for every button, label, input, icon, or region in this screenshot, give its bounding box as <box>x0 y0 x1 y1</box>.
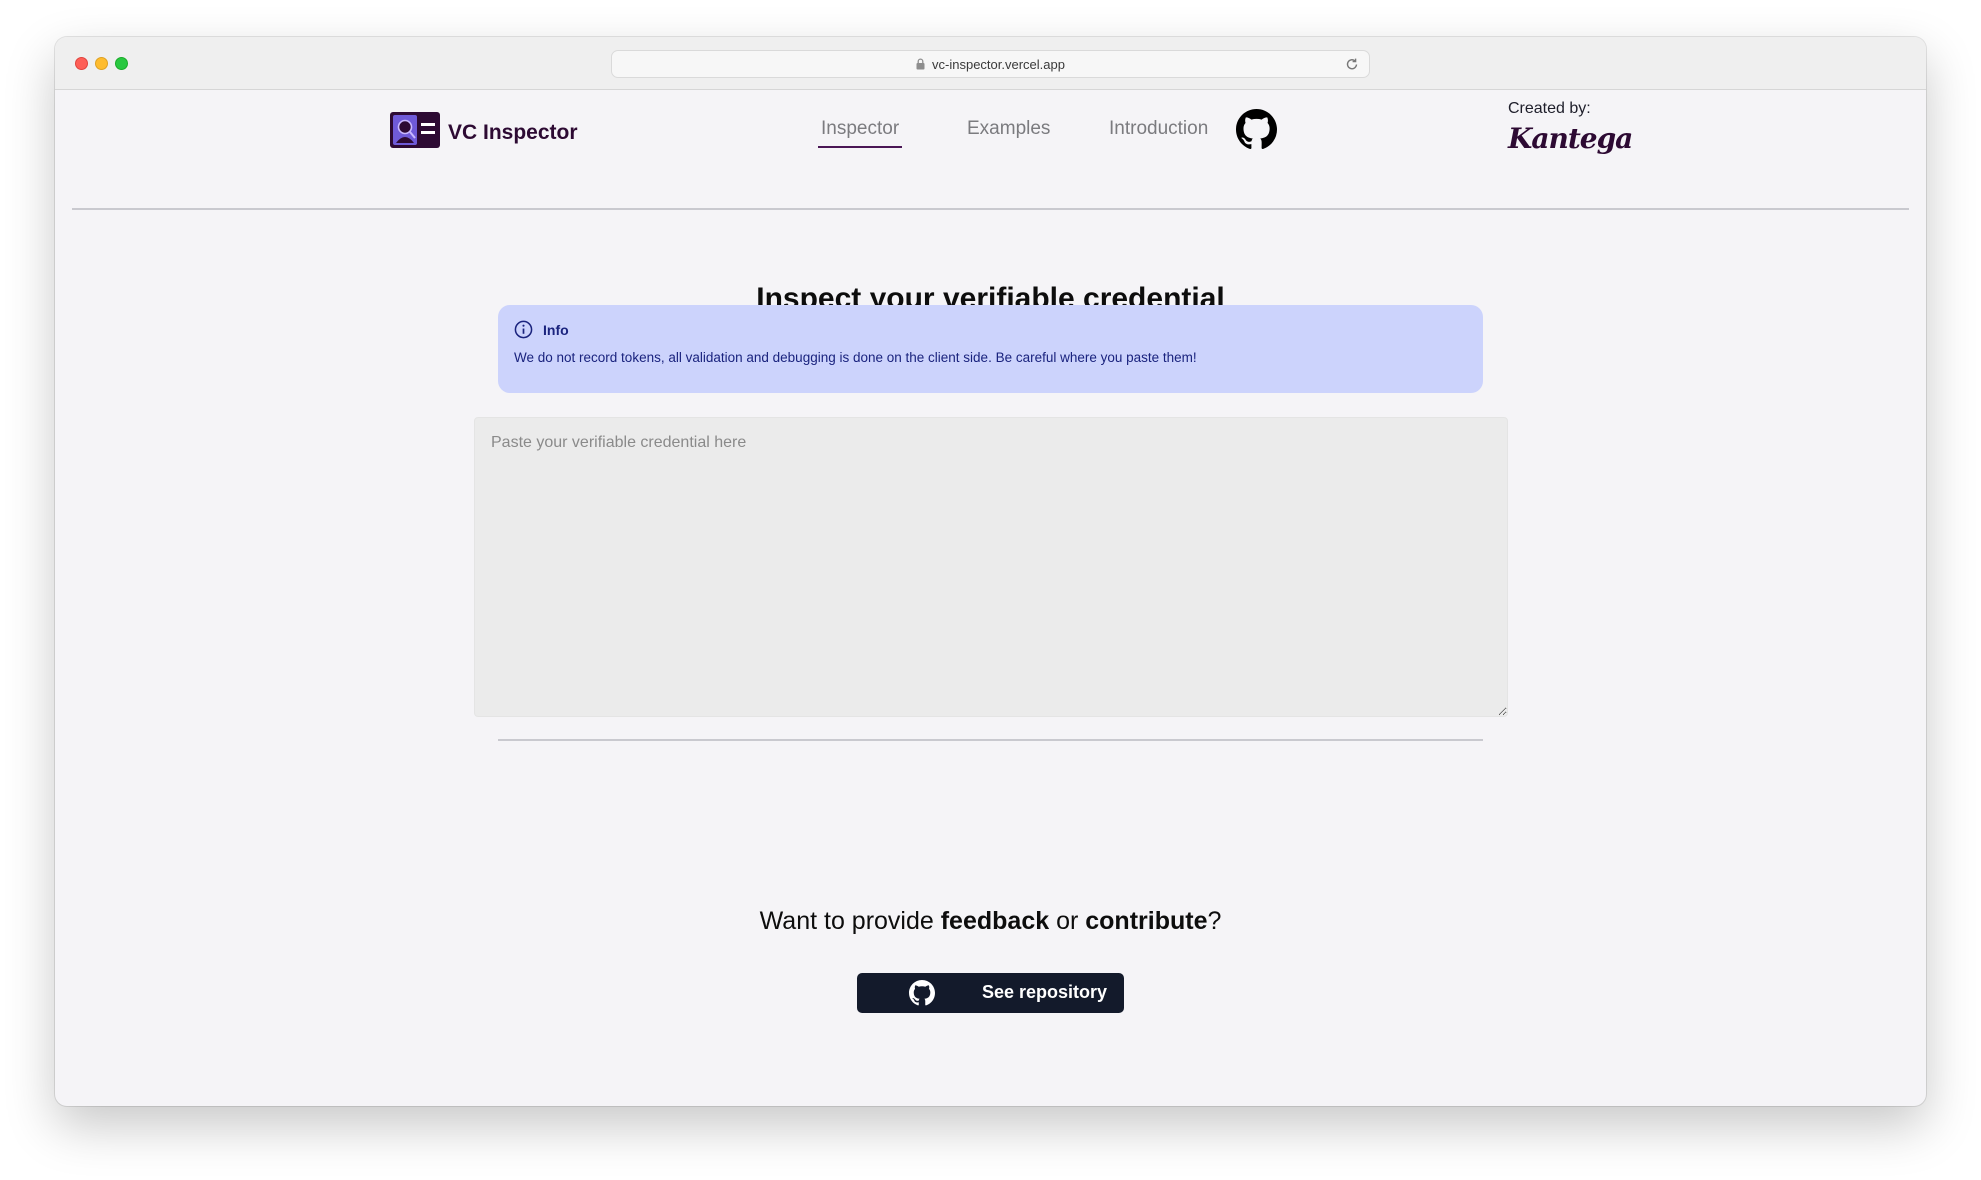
browser-window: vc-inspector.vercel.app VC Inspector Ins… <box>55 37 1926 1106</box>
site-header: VC Inspector Inspector Examples Introduc… <box>72 90 1909 210</box>
url-text: vc-inspector.vercel.app <box>932 56 1065 72</box>
cta-contribute: contribute <box>1085 907 1208 935</box>
cta-or: or <box>1049 907 1086 935</box>
nav-tab-examples[interactable]: Examples <box>967 118 1050 140</box>
info-text: We do not record tokens, all validation … <box>514 350 1197 365</box>
minimize-window-button[interactable] <box>95 57 108 70</box>
contribute-callout: Want to provide feedback or contribute? <box>55 907 1926 936</box>
cta-feedback: feedback <box>940 907 1050 935</box>
created-by-label: Created by: <box>1508 100 1591 117</box>
cta-suffix: ? <box>1207 907 1222 935</box>
app-logo-link[interactable]: VC Inspector <box>390 112 578 153</box>
see-repository-label: See repository <box>982 982 1108 1002</box>
see-repository-button[interactable]: See repository <box>857 973 1124 1013</box>
info-icon <box>514 320 533 339</box>
info-heading-row: Info <box>514 320 1467 339</box>
maximize-window-button[interactable] <box>115 57 128 70</box>
created-by: Created by: Kantega <box>1508 100 1633 155</box>
kantega-logo[interactable]: Kantega <box>1508 122 1633 155</box>
cta-prefix: Want to provide <box>759 907 941 935</box>
info-heading: Info <box>543 321 569 338</box>
address-bar[interactable]: vc-inspector.vercel.app <box>611 50 1370 78</box>
nav-tab-introduction[interactable]: Introduction <box>1109 118 1208 140</box>
nav-tab-inspector[interactable]: Inspector <box>818 118 903 148</box>
lock-icon <box>916 58 925 70</box>
browser-titlebar: vc-inspector.vercel.app <box>55 37 1926 90</box>
app-name: VC Inspector <box>448 120 578 144</box>
divider <box>498 739 1483 741</box>
id-card-logo-icon <box>390 112 440 153</box>
github-icon <box>909 980 935 1006</box>
info-alert: Info We do not record tokens, all valida… <box>498 305 1483 393</box>
github-icon[interactable] <box>1236 109 1277 150</box>
reload-icon[interactable] <box>1345 56 1359 72</box>
credential-input[interactable] <box>474 417 1508 717</box>
close-window-button[interactable] <box>75 57 88 70</box>
